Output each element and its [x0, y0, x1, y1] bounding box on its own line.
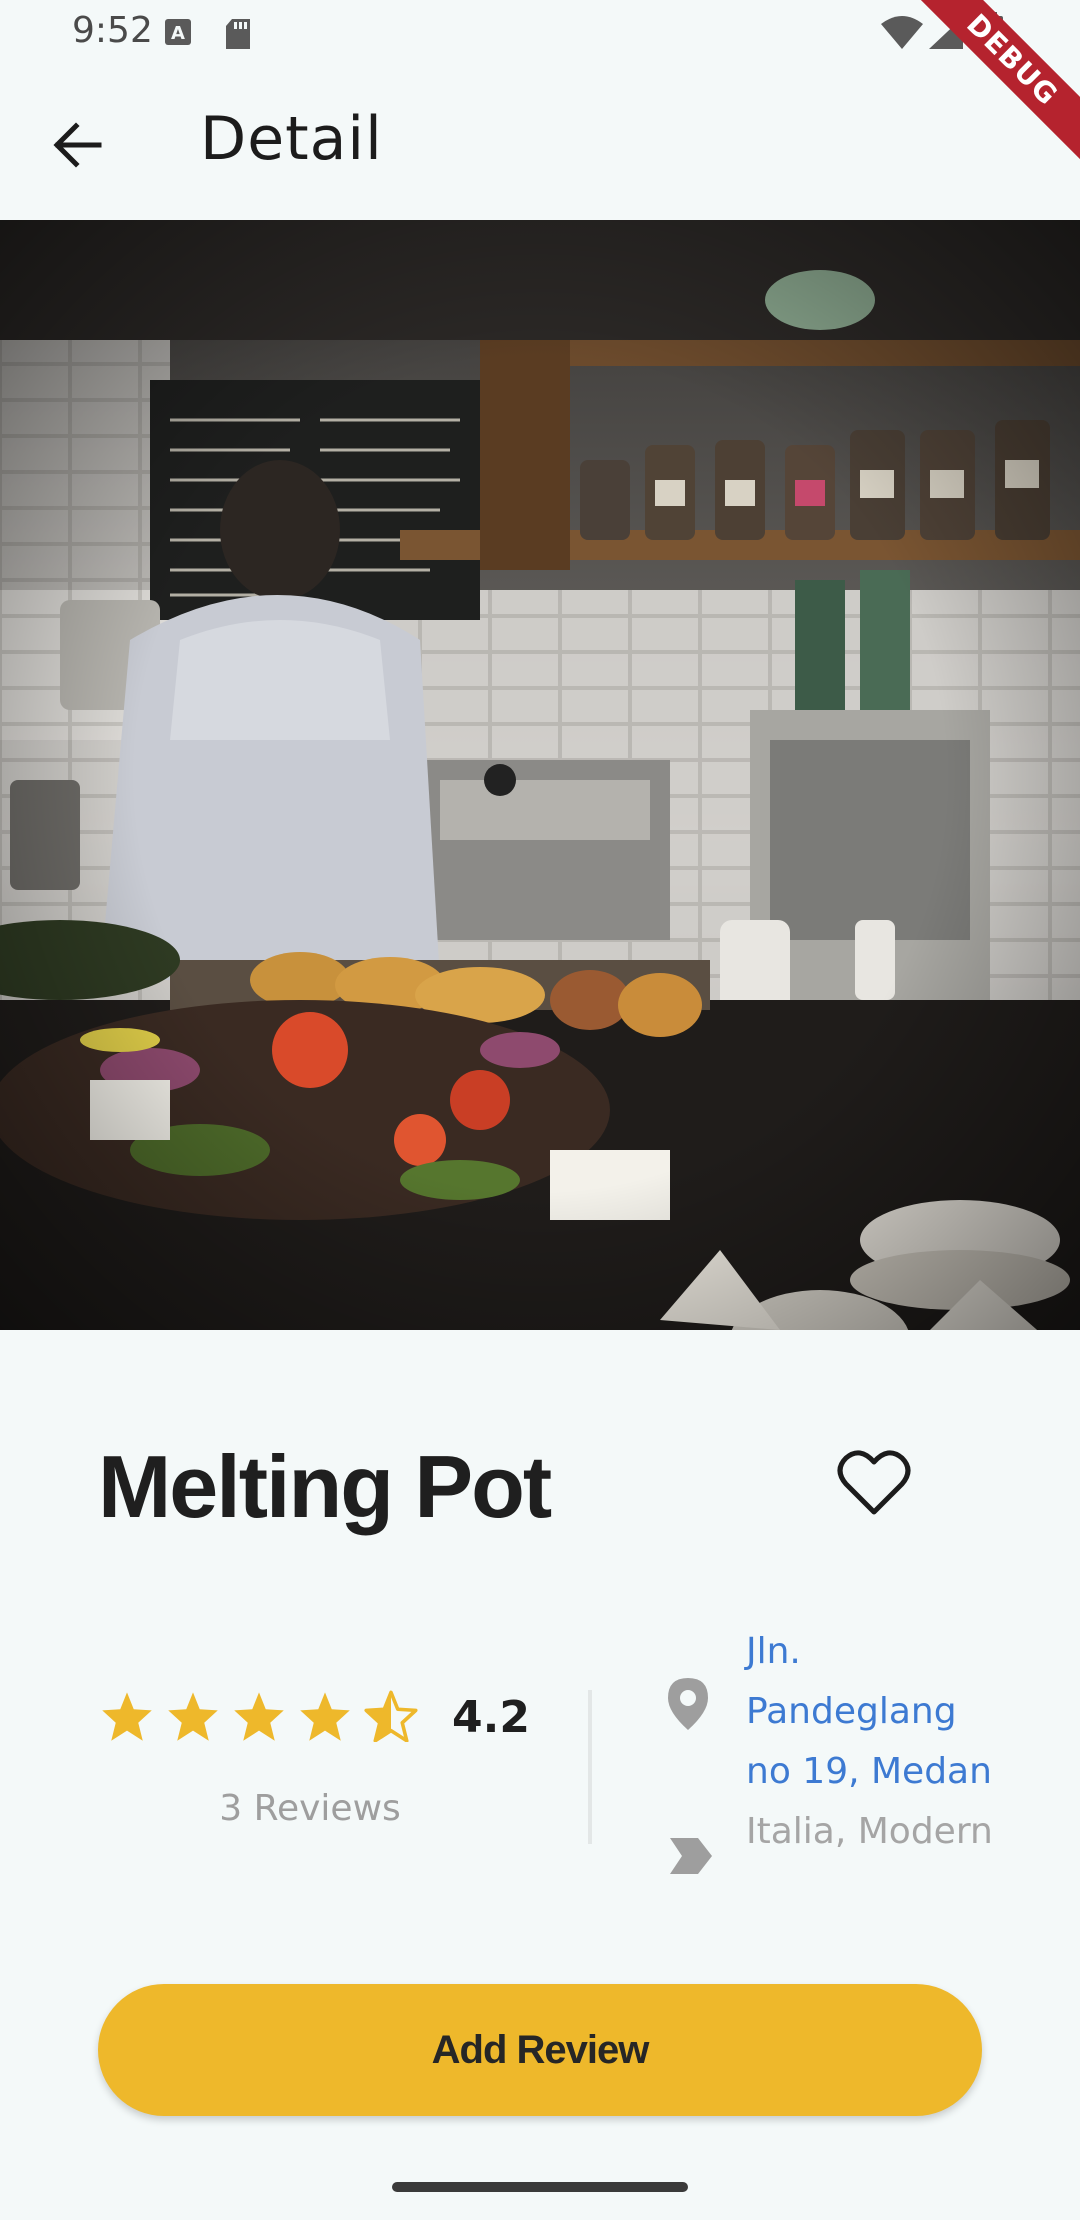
- star-icon: [232, 1690, 286, 1746]
- svg-text:A: A: [171, 23, 185, 44]
- rating-stars: [100, 1690, 418, 1746]
- home-indicator[interactable]: [392, 2182, 688, 2192]
- star-icon: [166, 1690, 220, 1746]
- location-pin-icon: [664, 1676, 712, 1736]
- page-title: Detail: [200, 104, 383, 174]
- star-half-icon: [364, 1690, 418, 1746]
- restaurant-category: Italia, Modern: [746, 1811, 993, 1852]
- vertical-divider: [588, 1690, 592, 1844]
- app-bar: Detail: [0, 64, 1080, 220]
- add-review-button[interactable]: Add Review: [98, 1984, 982, 2116]
- status-time: 9:52: [72, 10, 153, 51]
- arrow-left-icon: [52, 122, 102, 172]
- star-icon: [298, 1690, 352, 1746]
- keyboard-a-icon: A: [164, 18, 192, 50]
- status-bar: 9:52 A DEBUG: [0, 0, 1080, 168]
- restaurant-address[interactable]: Jln. Pandeglang no 19, Medan: [746, 1622, 1006, 1802]
- restaurant-photo: [0, 220, 1080, 1330]
- review-count: 3 Reviews: [219, 1788, 401, 1829]
- tag-icon: [668, 1836, 714, 1880]
- star-icon: [100, 1690, 154, 1746]
- favorite-button[interactable]: [836, 1448, 912, 1518]
- back-button[interactable]: [40, 110, 114, 184]
- sd-card-icon: [224, 18, 252, 54]
- restaurant-name: Melting Pot: [98, 1437, 552, 1536]
- heart-outline-icon: [836, 1450, 912, 1522]
- rating-value: 4.2: [452, 1692, 530, 1743]
